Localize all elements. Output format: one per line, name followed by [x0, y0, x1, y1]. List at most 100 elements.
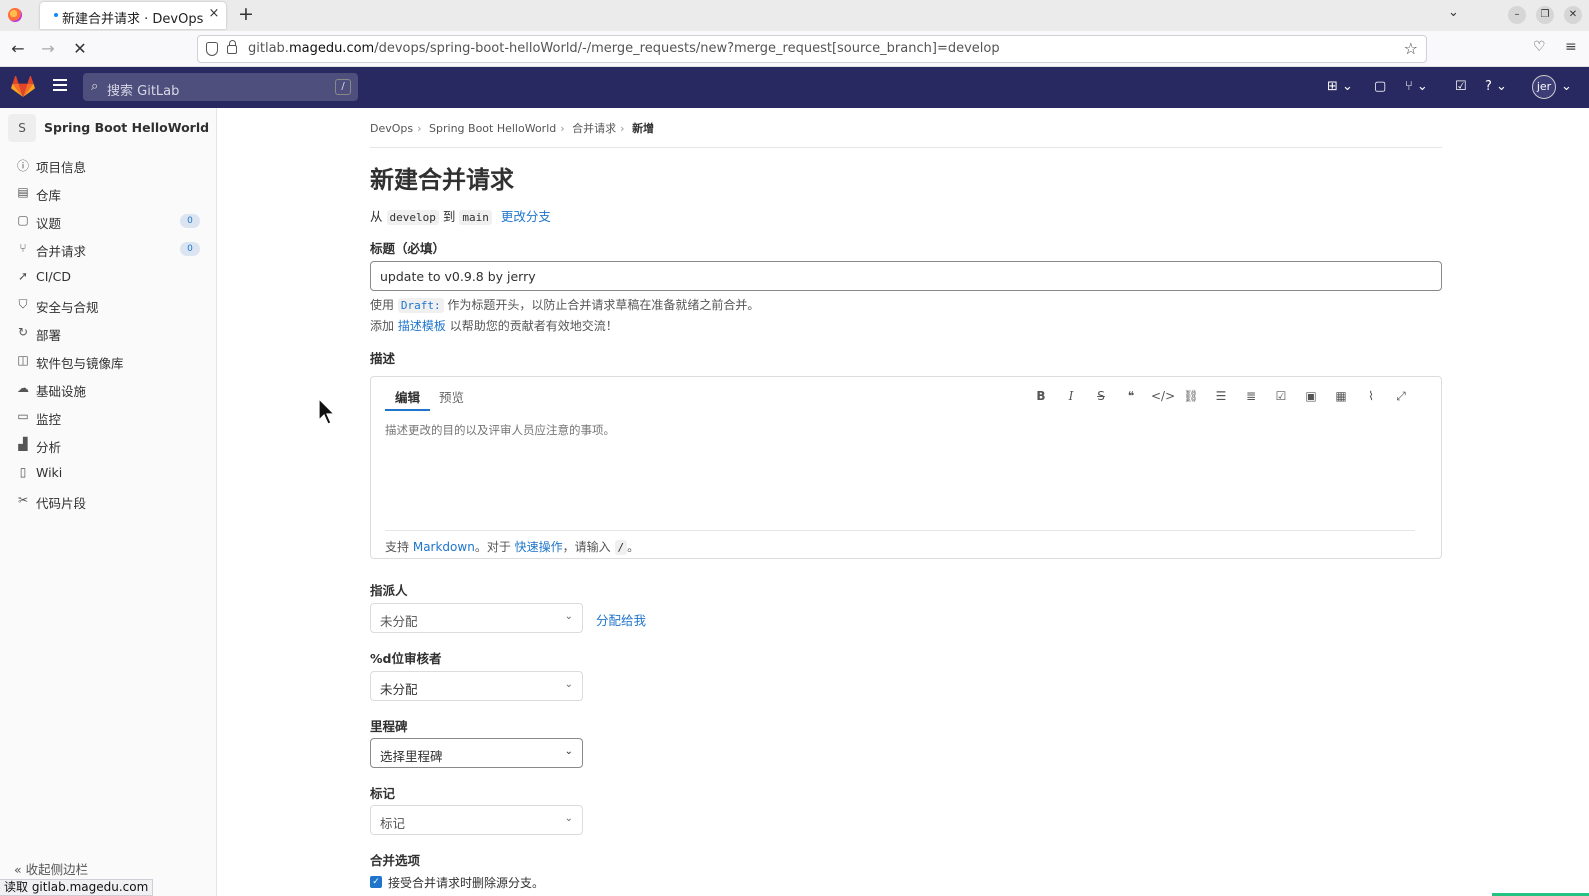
numbered-list-icon[interactable]: ≣: [1241, 386, 1261, 406]
delete-source-branch-label[interactable]: 接受合并请求时删除源分支。: [388, 874, 544, 891]
title-input[interactable]: [370, 261, 1442, 291]
forward-arrow-icon[interactable]: →: [38, 39, 58, 59]
title-label: 标题（必填）: [370, 241, 446, 256]
assignee-label: 指派人: [370, 583, 408, 598]
search-gitlab-input[interactable]: ⌕ 搜索 GitLab /: [83, 73, 358, 101]
project-name: Spring Boot HelloWorld: [44, 120, 210, 135]
sidebar-item-label: Wiki: [36, 465, 63, 480]
restore-button[interactable]: ❐: [1536, 6, 1554, 24]
user-menu-chevron-icon[interactable]: ⌄: [1561, 78, 1572, 96]
branch-info: 从 develop 到 main 更改分支: [370, 206, 551, 225]
assignee-value: 未分配: [380, 614, 418, 629]
sidebar-item-cicd[interactable]: ➚ CI/CD: [0, 264, 216, 290]
sidebar-item-monitor[interactable]: ▭ 监控: [0, 404, 216, 430]
quick-actions-link[interactable]: 快速操作: [515, 540, 563, 554]
delete-source-branch-checkbox[interactable]: ✓: [370, 876, 382, 888]
tab-close-button[interactable]: ×: [206, 6, 222, 24]
task-list-icon[interactable]: ☑: [1271, 386, 1291, 406]
collapsible-section-icon[interactable]: ▣: [1301, 386, 1321, 406]
link-icon[interactable]: ⛓: [1181, 386, 1201, 406]
pocket-icon[interactable]: ♡: [1533, 39, 1546, 55]
minimize-button[interactable]: –: [1508, 6, 1526, 24]
breadcrumb-new[interactable]: 新增: [632, 122, 654, 135]
chevron-right-icon: ›: [417, 122, 422, 135]
change-branches-link[interactable]: 更改分支: [501, 209, 551, 224]
sidebar-item-issues[interactable]: ▢ 议题 0: [0, 208, 216, 234]
sidebar-item-label: 基础设施: [36, 384, 87, 399]
sidebar-item-packages[interactable]: ◫ 软件包与镜像库: [0, 348, 216, 374]
sidebar-item-merge-requests[interactable]: ⑂ 合并请求 0: [0, 236, 216, 262]
template-hint-pre: 添加: [370, 319, 395, 333]
sidebar-item-deployments[interactable]: ↻ 部署: [0, 320, 216, 346]
app-menu-icon[interactable]: ≡: [1565, 39, 1577, 55]
sidebar-item-infrastructure[interactable]: ☁ 基础设施: [0, 376, 216, 402]
hamburger-menu-icon[interactable]: [53, 79, 67, 94]
browser-tab-bar: 新建合并请求 · DevOps / S × + ⌄ – ❐ ✕: [0, 0, 1589, 31]
sidebar-item-repository[interactable]: ▤ 仓库: [0, 180, 216, 206]
back-arrow-icon[interactable]: ←: [8, 39, 28, 59]
rocket-icon: ➚: [17, 269, 29, 283]
description-template-link[interactable]: 描述模板: [398, 319, 446, 333]
reviewer-dropdown[interactable]: 未分配 ⌄: [370, 671, 583, 701]
milestone-dropdown[interactable]: 选择里程碑 ⌄: [370, 738, 583, 768]
double-chevron-left-icon: «: [14, 862, 22, 877]
fullscreen-icon[interactable]: ⤢: [1391, 386, 1411, 406]
breadcrumb-project[interactable]: Spring Boot HelloWorld: [429, 122, 556, 135]
collapse-sidebar-button[interactable]: « 收起侧边栏: [14, 859, 88, 878]
shield-icon[interactable]: [206, 42, 218, 56]
bullet-list-icon[interactable]: ☰: [1211, 386, 1231, 406]
table-icon[interactable]: ▦: [1331, 386, 1351, 406]
browser-tab[interactable]: 新建合并请求 · DevOps / S ×: [40, 2, 226, 29]
monitor-icon: ▭: [17, 409, 29, 423]
help-icon[interactable]: ? ⌄: [1485, 78, 1507, 96]
todos-icon[interactable]: ☑: [1455, 78, 1467, 96]
strikethrough-icon[interactable]: S: [1091, 386, 1111, 406]
sidebar-item-label: 软件包与镜像库: [36, 356, 124, 371]
assign-to-me-link[interactable]: 分配给我: [596, 610, 646, 629]
info-icon: ⓘ: [16, 159, 29, 173]
sidebar-item-label: 监控: [36, 412, 62, 427]
list-all-tabs-icon[interactable]: ⌄: [1448, 5, 1459, 20]
attach-file-icon[interactable]: ⌇: [1361, 386, 1381, 406]
tab-edit[interactable]: 编辑: [385, 387, 431, 411]
breadcrumb-devops[interactable]: DevOps: [370, 122, 413, 135]
search-placeholder: 搜索 GitLab: [107, 84, 180, 99]
sidebar-item-snippets[interactable]: ✂ 代码片段: [0, 488, 216, 514]
sidebar-item-analytics[interactable]: ▟ 分析: [0, 432, 216, 458]
user-avatar[interactable]: jer: [1532, 75, 1556, 99]
sidebar-item-security[interactable]: ⛉ 安全与合规: [0, 292, 216, 318]
tab-title: 新建合并请求 · DevOps / S: [62, 12, 206, 27]
to-word: 到: [442, 209, 456, 224]
issues-icon: ▢: [17, 213, 29, 227]
quote-icon[interactable]: ❝: [1121, 386, 1141, 406]
code-icon[interactable]: </>: [1151, 386, 1175, 406]
sidebar-item-label: 项目信息: [36, 160, 87, 175]
sidebar-item-wiki[interactable]: ▯ Wiki: [0, 460, 216, 486]
assignee-dropdown[interactable]: 未分配 ⌄: [370, 603, 583, 633]
close-window-button[interactable]: ✕: [1564, 6, 1582, 24]
stop-loading-icon[interactable]: ✕: [70, 39, 90, 59]
draft-hint-post: 作为标题开头，以防止合并请求草稿在准备就绪之前合并。: [447, 298, 760, 312]
lock-icon[interactable]: [227, 40, 237, 54]
gitlab-logo-icon[interactable]: [11, 76, 35, 98]
reviewer-label: %d位审核者: [370, 651, 442, 666]
new-tab-button[interactable]: +: [238, 4, 254, 24]
url-text[interactable]: gitlab.magedu.com/devops/spring-boot-hel…: [248, 41, 1000, 56]
snippet-icon: ✂: [17, 493, 29, 507]
bold-icon[interactable]: B: [1031, 386, 1051, 406]
breadcrumb-merge-requests[interactable]: 合并请求: [572, 122, 616, 135]
url-bar[interactable]: gitlab.magedu.com/devops/spring-boot-hel…: [197, 35, 1427, 63]
sidebar-item-project-info[interactable]: ⓘ 项目信息: [0, 152, 216, 178]
description-textarea[interactable]: [385, 422, 1415, 522]
bookmark-star-icon[interactable]: ☆: [1404, 39, 1418, 58]
search-icon: ⌕: [91, 79, 99, 94]
tab-preview[interactable]: 预览: [429, 387, 474, 411]
italic-icon[interactable]: I: [1061, 386, 1081, 406]
labels-dropdown[interactable]: 标记 ⌄: [370, 805, 583, 835]
markdown-link[interactable]: Markdown: [413, 540, 475, 554]
issues-icon[interactable]: ▢: [1374, 78, 1386, 96]
project-avatar: S: [8, 114, 36, 142]
merge-requests-icon[interactable]: ⑂ ⌄: [1405, 78, 1428, 96]
divider: [370, 147, 1442, 148]
create-new-icon[interactable]: ⊞ ⌄: [1327, 78, 1353, 96]
